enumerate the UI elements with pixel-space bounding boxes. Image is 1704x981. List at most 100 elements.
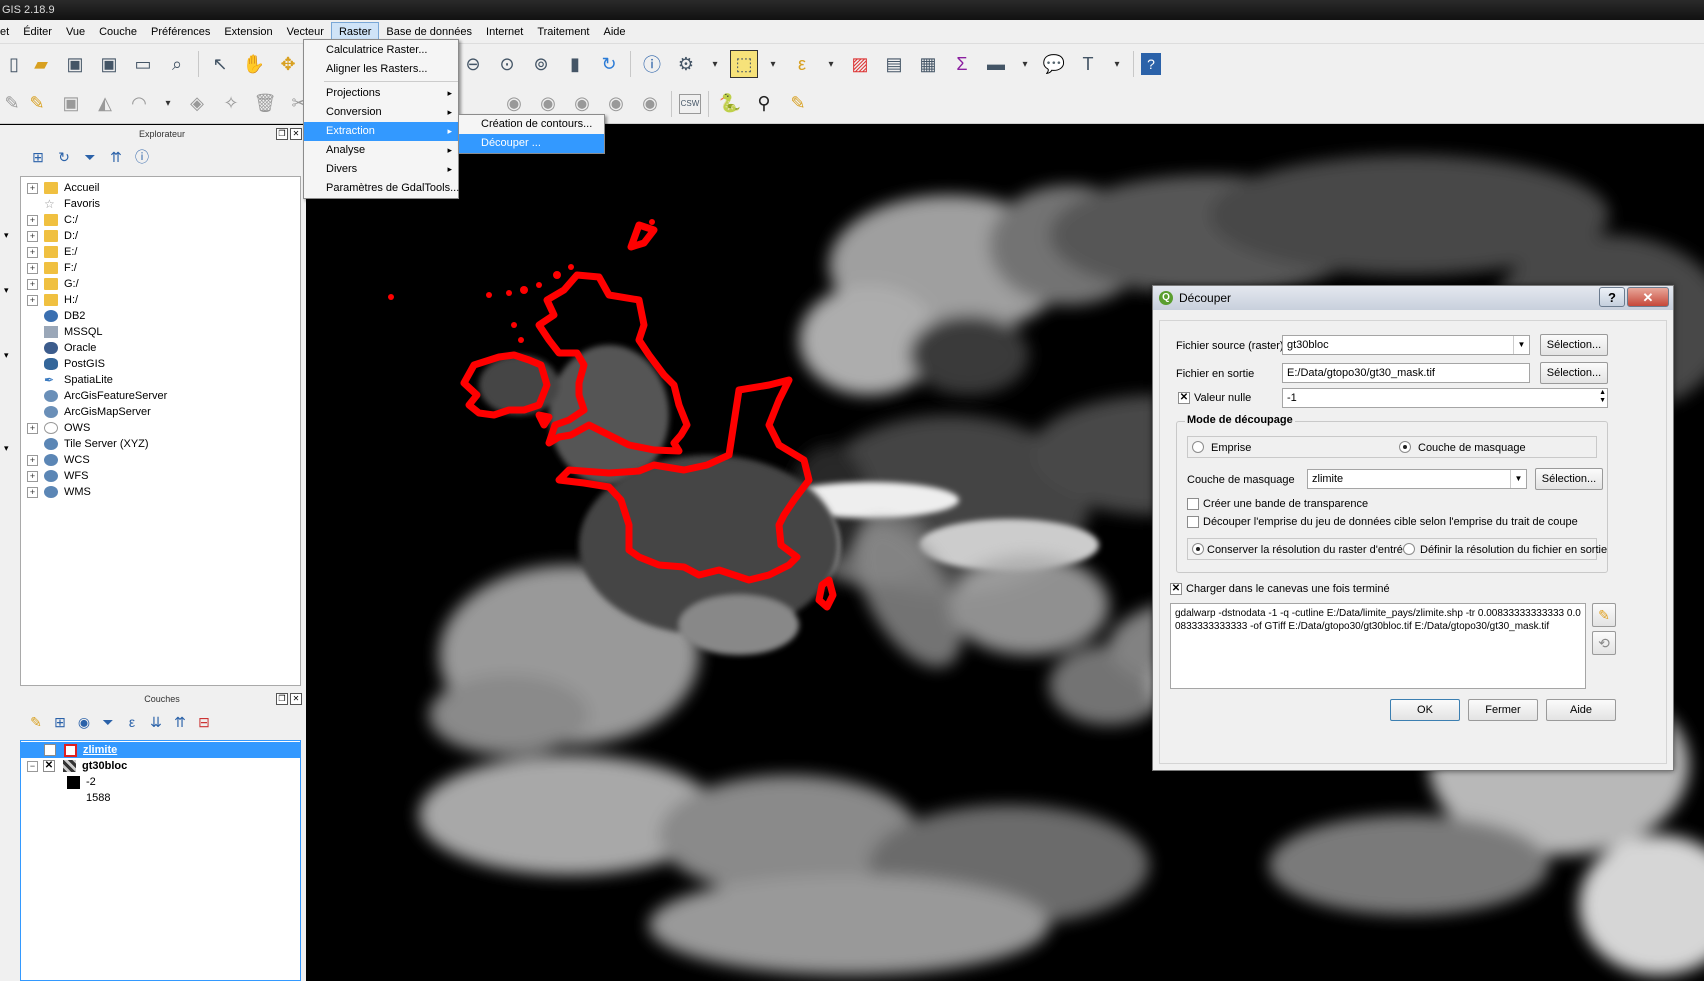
- menu-item-conversion[interactable]: Conversion ▸: [304, 103, 458, 122]
- chevron-down-icon[interactable]: ▼: [1510, 470, 1526, 488]
- spin-arrows-icon[interactable]: ▲ ▼: [1599, 389, 1606, 405]
- menu-item-analysis[interactable]: Analyse ▸: [304, 141, 458, 160]
- float-panel-icon[interactable]: ❐: [276, 693, 288, 705]
- chevron-down-icon[interactable]: ▼: [1513, 336, 1529, 354]
- zoom-out-icon[interactable]: ⊖: [459, 50, 487, 78]
- transparency-checkbox[interactable]: [1187, 498, 1199, 510]
- touch-zoom-icon[interactable]: ↖: [206, 50, 234, 78]
- tree-item-drive-h[interactable]: + H:/: [21, 292, 300, 308]
- menu-item-align-rasters[interactable]: Aligner les Rasters...: [304, 60, 458, 79]
- deselect-icon[interactable]: ▨: [846, 50, 874, 78]
- pan-icon[interactable]: ✋: [240, 50, 268, 78]
- load-canvas-checkbox[interactable]: ✕: [1170, 583, 1182, 595]
- tree-item-wms[interactable]: + WMS: [21, 484, 300, 500]
- delete-selected-icon[interactable]: 🗑: [251, 90, 279, 118]
- zoom-layer-icon[interactable]: ⊚: [527, 50, 555, 78]
- reset-command-button[interactable]: ⟲: [1592, 631, 1616, 655]
- filter-icon[interactable]: ⏷: [98, 714, 118, 731]
- add-group-icon[interactable]: ⊞: [50, 714, 70, 731]
- collapse-icon[interactable]: −: [27, 760, 38, 772]
- pencil-icon[interactable]: ✎: [784, 90, 812, 118]
- collapse-all-icon[interactable]: ⇈: [170, 714, 190, 731]
- new-print-composer-icon[interactable]: ▭: [129, 50, 157, 78]
- tree-item-mssql[interactable]: MSSQL: [21, 324, 300, 340]
- menu-vector[interactable]: Vecteur: [280, 23, 331, 41]
- tree-item-drive-f[interactable]: + F:/: [21, 260, 300, 276]
- menu-item-extraction[interactable]: Extraction ▸: [304, 122, 458, 141]
- expand-icon[interactable]: +: [27, 278, 38, 290]
- mask-layer-combo[interactable]: zlimite ▼: [1307, 469, 1527, 489]
- tree-item-arcgis-map[interactable]: ArcGisMapServer: [21, 404, 300, 420]
- toggle-editing-icon[interactable]: ✎: [23, 90, 51, 118]
- menu-plugins[interactable]: Extension: [217, 23, 279, 41]
- expand-icon[interactable]: +: [27, 182, 38, 194]
- layer-row-zlimite[interactable]: ✕ zlimite: [21, 742, 300, 758]
- menu-settings[interactable]: Préférences: [144, 23, 217, 41]
- set-resolution-radio[interactable]: [1403, 543, 1415, 555]
- tree-item-xyz[interactable]: Tile Server (XYZ): [21, 436, 300, 452]
- style-icon[interactable]: ✎: [26, 714, 46, 731]
- filter-icon[interactable]: ⏷: [80, 149, 100, 166]
- new-project-icon[interactable]: ▯: [7, 50, 21, 78]
- zoom-full-icon[interactable]: ⊙: [493, 50, 521, 78]
- composer-manager-icon[interactable]: ⌕: [163, 50, 191, 78]
- zoom-last-icon[interactable]: ▮: [561, 50, 589, 78]
- save-edits-icon[interactable]: ▣: [57, 90, 85, 118]
- add-feature-icon[interactable]: ◭: [91, 90, 119, 118]
- identify-icon[interactable]: ⓘ: [638, 50, 666, 78]
- menu-database[interactable]: Base de données: [379, 23, 479, 41]
- crop-extent-checkbox[interactable]: [1187, 516, 1199, 528]
- chevron-down-icon[interactable]: ▾: [159, 90, 177, 118]
- output-file-field[interactable]: E:/Data/gtopo30/gt30_mask.tif: [1282, 363, 1530, 383]
- pan-to-selection-icon[interactable]: ✥: [274, 50, 302, 78]
- binoculars-icon[interactable]: ⚲: [750, 90, 778, 118]
- chevron-down-icon[interactable]: ▾: [706, 50, 724, 78]
- tree-item-ows[interactable]: + OWS: [21, 420, 300, 436]
- save-as-icon[interactable]: ▣: [95, 50, 123, 78]
- layer-visibility-checkbox[interactable]: ✕: [43, 760, 55, 772]
- field-calculator-icon[interactable]: ▦: [914, 50, 942, 78]
- expand-icon[interactable]: +: [27, 422, 38, 434]
- expand-icon[interactable]: +: [27, 454, 38, 466]
- close-panel-icon[interactable]: ✕: [290, 128, 302, 140]
- nodata-checkbox[interactable]: ✕: [1178, 392, 1190, 404]
- menu-item-raster-calculator[interactable]: Calculatrice Raster...: [304, 41, 458, 60]
- menu-item-contours[interactable]: Création de contours...: [459, 115, 604, 134]
- close-button[interactable]: Fermer: [1468, 699, 1538, 721]
- filter-expression-icon[interactable]: ε: [122, 714, 142, 730]
- tree-item-db2[interactable]: DB2: [21, 308, 300, 324]
- select-by-expression-icon[interactable]: ε: [788, 50, 816, 78]
- map-tips-icon[interactable]: 💬: [1040, 50, 1068, 78]
- expand-icon[interactable]: +: [27, 214, 38, 226]
- remove-layer-icon[interactable]: ⊟: [194, 714, 214, 731]
- label-change-icon[interactable]: ◉: [636, 90, 664, 118]
- menu-web[interactable]: Internet: [479, 23, 530, 41]
- expand-all-icon[interactable]: ⇊: [146, 714, 166, 731]
- mask-select-button[interactable]: Sélection...: [1535, 468, 1603, 490]
- close-panel-icon[interactable]: ✕: [290, 693, 302, 705]
- menu-help[interactable]: Aide: [597, 23, 633, 41]
- tree-item-favorites[interactable]: ☆ Favoris: [21, 196, 300, 212]
- menu-item-projections[interactable]: Projections ▸: [304, 84, 458, 103]
- tree-item-drive-c[interactable]: + C:/: [21, 212, 300, 228]
- add-circular-string-icon[interactable]: ◠: [125, 90, 153, 118]
- extent-radio[interactable]: [1192, 441, 1204, 453]
- expand-icon[interactable]: +: [27, 262, 38, 274]
- menu-edit[interactable]: Éditer: [16, 23, 59, 41]
- visibility-eye-icon[interactable]: ◉: [74, 714, 94, 731]
- tree-item-wcs[interactable]: + WCS: [21, 452, 300, 468]
- collapse-arrow-icon[interactable]: ▾: [4, 350, 9, 361]
- collapse-arrow-icon[interactable]: ▾: [4, 443, 9, 454]
- expand-icon[interactable]: +: [27, 470, 38, 482]
- text-annotation-icon[interactable]: T: [1074, 50, 1102, 78]
- python-console-icon[interactable]: 🐍: [716, 90, 744, 118]
- edit-command-button[interactable]: ✎: [1592, 603, 1616, 627]
- layer-visibility-checkbox[interactable]: ✕: [44, 744, 56, 756]
- source-select-button[interactable]: Sélection...: [1540, 334, 1608, 356]
- chevron-down-icon[interactable]: ▾: [764, 50, 782, 78]
- mask-layer-radio[interactable]: [1399, 441, 1411, 453]
- menu-project[interactable]: et: [0, 23, 16, 41]
- tree-item-oracle[interactable]: Oracle: [21, 340, 300, 356]
- tree-item-home[interactable]: + Accueil: [21, 180, 300, 196]
- add-selected-layers-icon[interactable]: ⊞: [28, 149, 48, 166]
